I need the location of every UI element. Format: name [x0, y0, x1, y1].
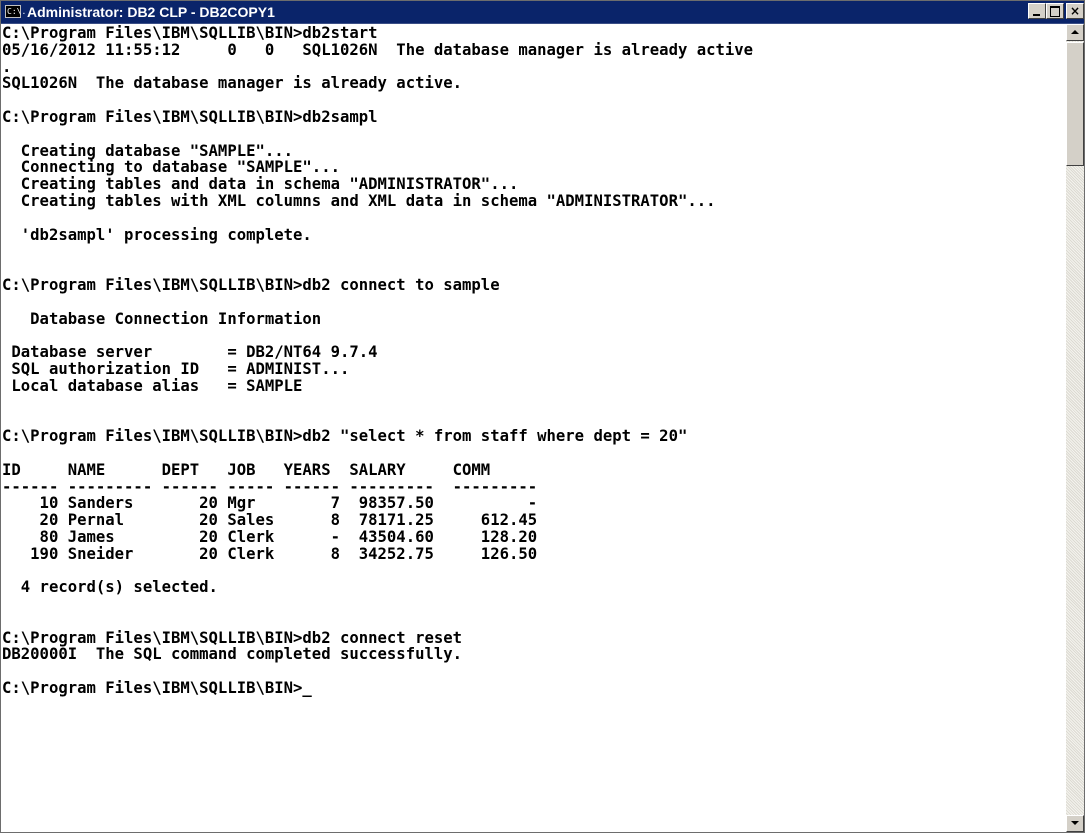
console-line: Creating database "SAMPLE"... — [2, 141, 294, 160]
console-output-area[interactable]: C:\Program Files\IBM\SQLLIB\BIN>db2start… — [1, 24, 1065, 832]
console-line: C:\Program Files\IBM\SQLLIB\BIN>db2 "sel… — [2, 427, 688, 446]
scrollbar-thumb[interactable] — [1066, 42, 1084, 166]
minimize-icon[interactable] — [1028, 3, 1046, 19]
console-line: 190 Sneider 20 Clerk 8 34252.75 126.50 — [2, 544, 538, 563]
console-line: 80 James 20 Clerk - 43504.60 128.20 — [2, 527, 538, 546]
console-line: ------ --------- ------ ----- ------ ---… — [2, 477, 538, 496]
maximize-icon[interactable] — [1046, 3, 1064, 19]
console-line: C:\Program Files\IBM\SQLLIB\BIN>db2 conn… — [2, 275, 500, 294]
console-line: Local database alias = SAMPLE — [2, 376, 303, 395]
command-prompt-icon[interactable]: C:\. — [5, 5, 26, 18]
console-line: Database Connection Information — [2, 309, 322, 328]
title-bar[interactable]: C:\. Administrator: DB2 CLP - DB2COPY1 × — [1, 1, 1084, 24]
console-line: 4 record(s) selected. — [2, 578, 218, 597]
console-line: 05/16/2012 11:55:12 0 0 SQL1026N The dat… — [2, 40, 754, 59]
console-line: DB20000I The SQL command completed succe… — [2, 645, 463, 664]
console-line: C:\Program Files\IBM\SQLLIB\BIN>db2 conn… — [2, 628, 463, 647]
console-line: 10 Sanders 20 Mgr 7 98357.50 - — [2, 494, 538, 513]
console-line: 'db2sampl' processing complete. — [2, 225, 312, 244]
console-line: . — [2, 57, 12, 76]
scroll-down-arrow-icon[interactable] — [1066, 815, 1084, 832]
console-line: SQL authorization ID = ADMINIST... — [2, 359, 350, 378]
console-line: C:\Program Files\IBM\SQLLIB\BIN>_ — [2, 679, 312, 698]
console-line: Connecting to database "SAMPLE"... — [2, 158, 340, 177]
console-text: C:\Program Files\IBM\SQLLIB\BIN>db2start… — [1, 24, 1065, 697]
console-line: ID NAME DEPT JOB YEARS SALARY COMM — [2, 460, 491, 479]
scroll-up-arrow-icon[interactable] — [1066, 24, 1084, 41]
console-line: Database server = DB2/NT64 9.7.4 — [2, 343, 378, 362]
console-line: SQL1026N The database manager is already… — [2, 74, 463, 93]
console-line: Creating tables and data in schema "ADMI… — [2, 175, 519, 194]
window-title: Administrator: DB2 CLP - DB2COPY1 — [27, 4, 275, 20]
console-window: C:\. Administrator: DB2 CLP - DB2COPY1 ×… — [0, 0, 1085, 833]
vertical-scrollbar[interactable] — [1066, 24, 1084, 832]
console-line: C:\Program Files\IBM\SQLLIB\BIN>db2start — [2, 24, 378, 42]
console-line: 20 Pernal 20 Sales 8 78171.25 612.45 — [2, 511, 538, 530]
console-line: Creating tables with XML columns and XML… — [2, 191, 716, 210]
close-icon[interactable]: × — [1066, 3, 1084, 19]
console-line: C:\Program Files\IBM\SQLLIB\BIN>db2sampl — [2, 107, 378, 126]
